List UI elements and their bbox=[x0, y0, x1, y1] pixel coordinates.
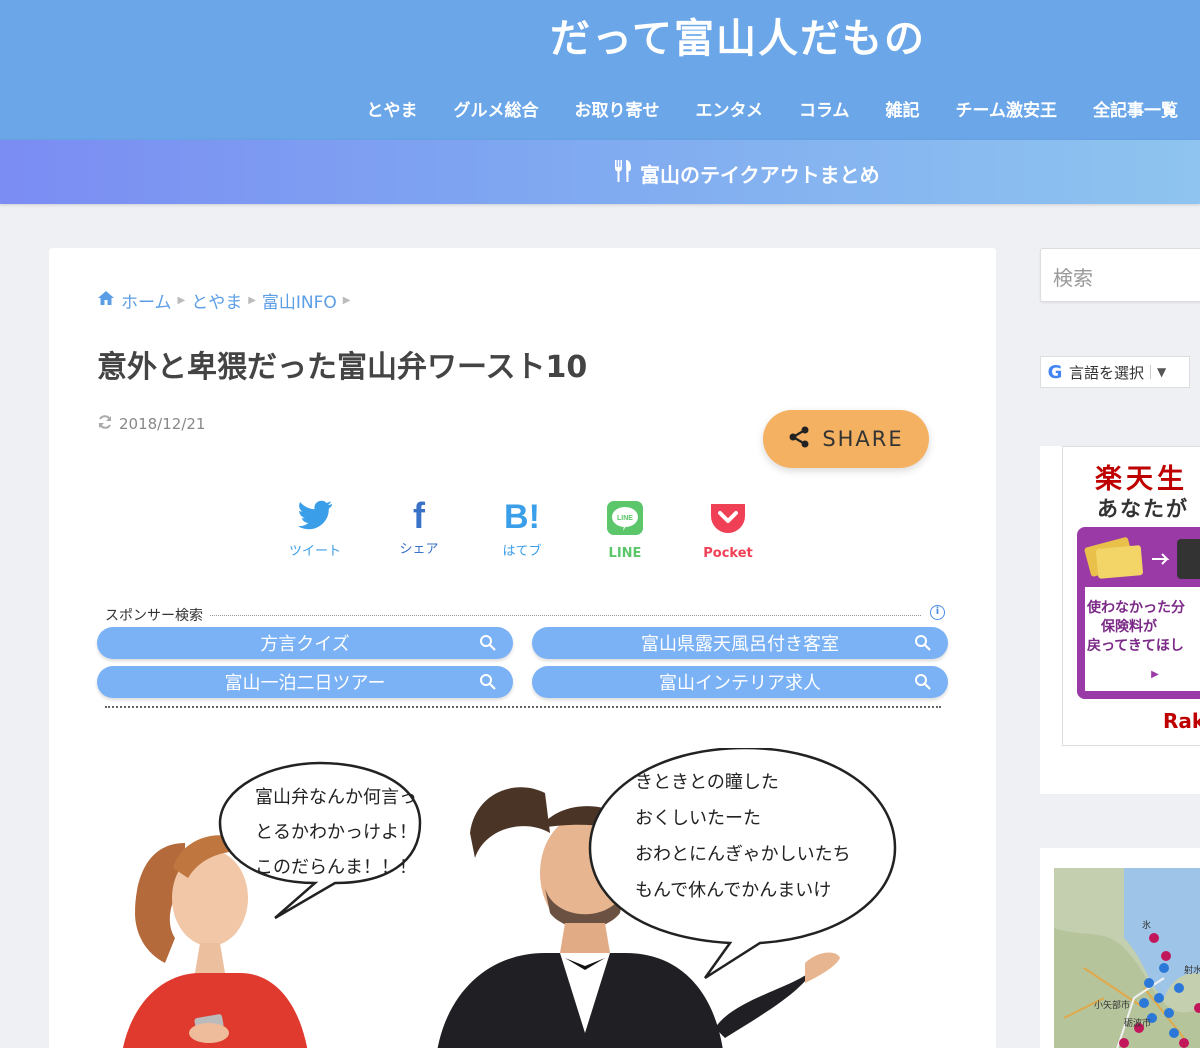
nav-item-otoriyose[interactable]: お取り寄せ bbox=[575, 96, 660, 121]
twitter-share-button[interactable]: ツイート bbox=[275, 500, 355, 559]
info-icon[interactable]: i bbox=[930, 605, 945, 620]
facebook-share-button[interactable]: f シェア bbox=[379, 495, 459, 558]
sponsor-link[interactable]: 富山インテリア求人 bbox=[532, 666, 948, 698]
ad-card-line: 戻ってきてほし bbox=[1087, 638, 1184, 654]
site-header: だって富山人だもの とやま グルメ総合 お取り寄せ エンタメ コラム 雑記 チー… bbox=[0, 0, 1200, 140]
breadcrumb-separator-icon: ▶ bbox=[177, 295, 186, 306]
takeout-link[interactable]: 富山のテイクアウトまとめ bbox=[612, 159, 880, 188]
breadcrumb: ホーム ▶ とやま ▶ 富山INFO ▶ bbox=[97, 288, 351, 313]
refresh-icon bbox=[97, 414, 113, 434]
ad-card: 使わなかった分 保険料が 戻ってきてほし ▶ bbox=[1077, 527, 1200, 699]
date-text: 2018/12/21 bbox=[119, 415, 206, 433]
sponsor-link[interactable]: 富山県露天風呂付き客室 bbox=[532, 627, 948, 659]
banner-label: 富山のテイクアウトまとめ bbox=[640, 163, 880, 187]
breadcrumb-separator-icon: ▶ bbox=[248, 295, 256, 306]
update-date: 2018/12/21 bbox=[97, 414, 205, 434]
bubble-left-line: とるかわかっけよ！ bbox=[255, 822, 417, 843]
nav-item-toyama[interactable]: とやま bbox=[367, 96, 418, 121]
bubble-right-line: もんで休んでかんまいけ bbox=[635, 880, 831, 901]
sponsor-link-label: 富山一泊二日ツアー bbox=[224, 673, 386, 694]
line-share-button[interactable]: LINE LINE bbox=[585, 500, 665, 561]
site-title[interactable]: だって富山人だもの bbox=[550, 6, 926, 64]
breadcrumb-home[interactable]: ホーム bbox=[121, 288, 172, 313]
speech-bubble-right: きときとの瞳した おくしいたーた おわとにんぎゃかしいたち もんで休んでかんまい… bbox=[588, 748, 897, 980]
map[interactable]: 氷 小矢部市 砺波市 射水市 bbox=[1054, 868, 1200, 1048]
nav-item-entame[interactable]: エンタメ bbox=[696, 96, 764, 121]
chevron-down-icon: ▼ bbox=[1150, 365, 1166, 379]
breadcrumb-info[interactable]: 富山INFO bbox=[262, 288, 337, 313]
nav-item-column[interactable]: コラム bbox=[799, 96, 850, 121]
sponsor-bottom-divider bbox=[105, 706, 941, 708]
nav-item-all[interactable]: 全記事一覧 bbox=[1093, 96, 1178, 121]
sponsor-link[interactable]: 方言クイズ bbox=[97, 627, 513, 659]
speech-bubble-left: 富山弁なんか何言っ とるかわかっけよ！ このだらんま！！！ bbox=[218, 761, 422, 920]
sidebar-map-widget: 氷 小矢部市 砺波市 射水市 bbox=[1040, 848, 1200, 1048]
ad-logo: Rak bbox=[1163, 709, 1200, 733]
bubble-right-line: きときとの瞳した bbox=[635, 772, 779, 793]
language-select-label: 言語を選択 bbox=[1069, 363, 1145, 382]
pocket-icon bbox=[709, 500, 747, 540]
line-label: LINE bbox=[608, 546, 642, 561]
ad-subtitle: あなたが bbox=[1097, 497, 1189, 521]
nav-item-team[interactable]: チーム激安王 bbox=[956, 96, 1058, 121]
play-icon[interactable]: ▶ bbox=[1145, 665, 1165, 685]
facebook-label: シェア bbox=[399, 542, 439, 557]
breadcrumb-separator-icon: ▶ bbox=[342, 295, 351, 306]
facebook-icon: f bbox=[413, 495, 425, 536]
page-title: 意外と卑猥だった富山弁ワースト10 bbox=[97, 350, 588, 385]
share-button[interactable]: SHARE bbox=[763, 410, 929, 468]
share-label: SHARE bbox=[822, 427, 904, 451]
line-icon: LINE bbox=[606, 500, 644, 540]
nav-item-gourmet[interactable]: グルメ総合 bbox=[454, 96, 539, 121]
sponsor-label: スポンサー検索 bbox=[105, 605, 209, 625]
bubble-right-line: おわとにんぎゃかしいたち bbox=[635, 844, 851, 865]
sponsor-link-label: 富山県露天風呂付き客室 bbox=[641, 634, 839, 655]
ad-card-line: 使わなかった分 bbox=[1087, 600, 1185, 616]
map-label: 射水市 bbox=[1184, 964, 1200, 976]
pocket-label: Pocket bbox=[703, 546, 753, 561]
ad-banner[interactable]: 楽天生 あなたが 使わなかった分 保険料が 戻ってきてほし ▶ Rak bbox=[1062, 446, 1200, 746]
ad-card-line: 保険料が bbox=[1101, 619, 1157, 635]
bubble-left-line: 富山弁なんか何言っ bbox=[255, 787, 417, 808]
twitter-bird-icon bbox=[297, 500, 333, 534]
sidebar-ad[interactable]: 楽天生 あなたが 使わなかった分 保険料が 戻ってきてほし ▶ Rak bbox=[1040, 446, 1200, 794]
hatena-label: はてブ bbox=[502, 544, 542, 559]
sponsor-link-label: 方言クイズ bbox=[260, 634, 350, 655]
google-g-icon: G bbox=[1047, 361, 1063, 383]
search-icon bbox=[914, 634, 932, 657]
hatena-bookmark-icon: B! bbox=[504, 498, 540, 536]
sponsor-divider bbox=[105, 615, 921, 616]
takeout-banner: 富山のテイクアウトまとめ bbox=[0, 140, 1200, 204]
search-icon bbox=[479, 673, 497, 696]
map-label: 小矢部市 bbox=[1094, 999, 1130, 1011]
nav-item-zakki[interactable]: 雑記 bbox=[886, 96, 920, 121]
main-nav: とやま グルメ総合 お取り寄せ エンタメ コラム 雑記 チーム激安王 全記事一覧 bbox=[367, 96, 1179, 121]
twitter-label: ツイート bbox=[288, 544, 341, 559]
bubble-left-line: このだらんま！！！ bbox=[255, 857, 417, 878]
search-icon bbox=[914, 673, 932, 696]
ad-card-text: 使わなかった分 保険料が 戻ってきてほし bbox=[1077, 599, 1200, 656]
pocket-share-button[interactable]: Pocket bbox=[688, 500, 768, 561]
cutlery-icon bbox=[612, 159, 634, 188]
share-icon bbox=[788, 426, 810, 453]
hatena-share-button[interactable]: B! はてブ bbox=[482, 500, 562, 559]
map-label: 氷 bbox=[1142, 919, 1151, 931]
article-card: ホーム ▶ とやま ▶ 富山INFO ▶ 意外と卑猥だった富山弁ワースト10 2… bbox=[49, 248, 996, 1048]
breadcrumb-toyama[interactable]: とやま bbox=[191, 288, 242, 313]
money-icon bbox=[1084, 537, 1200, 579]
ad-title: 楽天生 bbox=[1095, 464, 1188, 495]
map-label: 砺波市 bbox=[1124, 1017, 1151, 1029]
hero-illustration: 富山弁なんか何言っ とるかわかっけよ！ このだらんま！！！ きときとの瞳した お… bbox=[123, 748, 897, 1048]
sidebar-search-input[interactable]: 検索 bbox=[1040, 248, 1200, 302]
language-select[interactable]: G 言語を選択 ▼ bbox=[1040, 356, 1190, 388]
sponsor-link-label: 富山インテリア求人 bbox=[659, 673, 821, 694]
sponsor-link[interactable]: 富山一泊二日ツアー bbox=[97, 666, 513, 698]
home-icon bbox=[97, 290, 115, 311]
svg-text:LINE: LINE bbox=[617, 515, 633, 522]
search-icon bbox=[479, 634, 497, 657]
bubble-right-line: おくしいたーた bbox=[635, 808, 761, 829]
